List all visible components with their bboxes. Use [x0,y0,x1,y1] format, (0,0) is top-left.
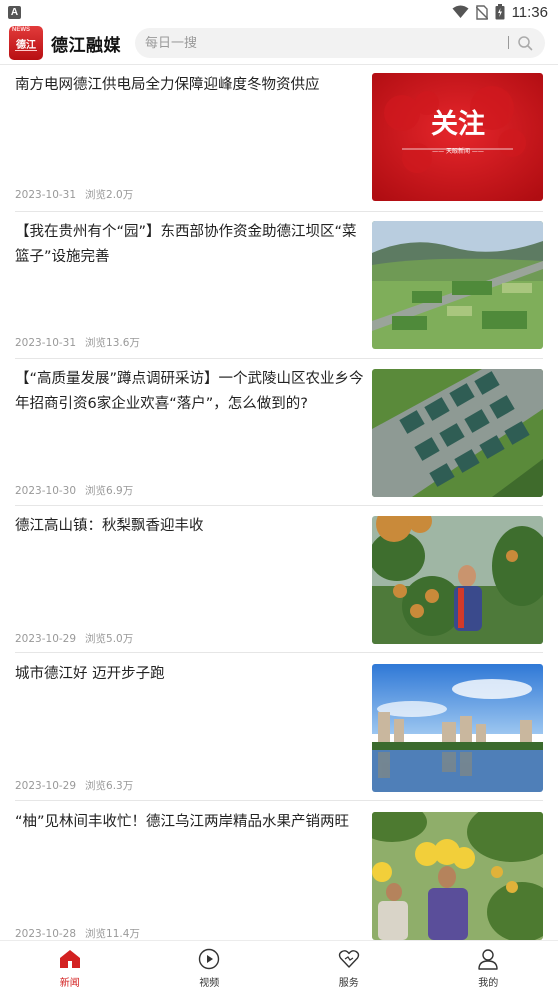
logo-news-label: NEWS [12,27,30,33]
home-icon [59,950,80,968]
farmland-image [372,221,543,349]
news-date: 2023-10-30 [15,485,77,497]
nav-label: 新闻 [59,978,80,989]
nav-item-video[interactable]: 视频 [140,941,280,993]
battery-icon [495,4,505,20]
news-title[interactable]: 城市德江好 迈开步子跑 [15,662,365,687]
news-divider [15,652,543,653]
news-meta: 2023-10-30 浏览6.9万 [15,483,133,498]
search-icon[interactable] [517,35,533,51]
news-meta: 2023-10-31 浏览13.6万 [15,335,140,350]
search-input[interactable] [145,35,485,51]
search-bar[interactable] [135,28,545,58]
nav-label: 视频 [199,978,220,989]
banner-subtitle: —— 天眼新闻 —— [432,147,484,155]
news-views: 浏览6.9万 [85,485,134,497]
news-item[interactable]: 【“高质量发展”蹲点调研采访】一个武陵山区农业乡今年招商引资6家企业欢喜“落户”… [0,359,558,506]
nav-item-me[interactable]: 我的 [419,941,558,993]
logo-text: 德江 [16,40,36,51]
news-meta: 2023-10-31 浏览2.0万 [15,187,133,202]
focus-banner-image: 关注 —— 天眼新闻 —— [372,73,543,201]
news-thumbnail[interactable] [372,516,543,644]
nav-label: 我的 [478,978,499,989]
play-icon [199,948,220,970]
news-views: 浏览5.0万 [85,633,134,645]
news-views: 浏览2.0万 [85,189,134,201]
wifi-icon [452,5,469,18]
nav-label: 服务 [338,978,359,989]
news-date: 2023-10-29 [15,780,77,792]
fish-ponds-image [372,369,543,497]
news-meta: 2023-10-28 浏览11.4万 [15,926,140,940]
news-date: 2023-10-29 [15,633,77,645]
no-sim-icon [475,4,488,20]
news-item[interactable]: 德江高山镇：秋梨飘香迎丰收 2023-10-29 浏览5.0万 [0,506,558,653]
news-date: 2023-10-28 [15,928,77,940]
nav-item-services[interactable]: 服务 [279,941,419,993]
news-item[interactable]: 【我在贵州有个“园”】东西部协作资金助德江坝区“菜篮子”设施完善 2023-10… [0,212,558,359]
user-icon [478,949,498,970]
news-thumbnail[interactable] [372,812,543,940]
heart-icon [338,950,359,968]
news-item[interactable]: 南方电网德江供电局全力保障迎峰度冬物资供应 2023-10-31 浏览2.0万 关… [0,65,558,212]
news-title[interactable]: 【“高质量发展”蹲点调研采访】一个武陵山区农业乡今年招商引资6家企业欢喜“落户”… [15,367,365,417]
news-date: 2023-10-31 [15,337,77,349]
news-title[interactable]: 【我在贵州有个“园”】东西部协作资金助德江坝区“菜篮子”设施完善 [15,220,365,270]
news-meta: 2023-10-29 浏览5.0万 [15,631,133,646]
news-item[interactable]: “柚”见林间丰收忙！德江乌江两岸精品水果产销两旺 2023-10-28 浏览11.… [0,802,558,940]
banner-title: 关注 [431,108,485,140]
news-thumbnail[interactable] [372,664,543,792]
news-meta: 2023-10-29 浏览6.3万 [15,778,133,793]
nav-item-news[interactable]: 新闻 [0,941,140,993]
news-title[interactable]: 南方电网德江供电局全力保障迎峰度冬物资供应 [15,73,365,98]
news-title[interactable]: 德江高山镇：秋梨飘香迎丰收 [15,514,365,539]
news-title[interactable]: “柚”见林间丰收忙！德江乌江两岸精品水果产销两旺 [15,810,365,835]
city-skyline-image [372,664,543,792]
app-header: NEWS 德江 德江融媒 [0,24,558,62]
news-thumbnail[interactable] [372,369,543,497]
status-bar: A 11:36 [0,0,558,24]
notification-icon: A [8,5,21,19]
news-thumbnail[interactable]: 关注 —— 天眼新闻 —— [372,73,543,201]
news-item[interactable]: 城市德江好 迈开步子跑 2023-10-29 浏览6.3万 [0,654,558,801]
clock: 11:36 [511,3,548,21]
news-divider [15,800,543,801]
app-logo: NEWS 德江 [9,26,43,60]
news-views: 浏览6.3万 [85,780,134,792]
app-title: 德江融媒 [51,35,121,56]
pomelo-harvest-image [372,812,543,940]
search-separator [508,36,509,49]
bottom-nav: 新闻 视频 服务 我的 [0,940,558,993]
pear-harvest-image [372,516,543,644]
news-views: 浏览13.6万 [85,337,140,349]
news-thumbnail[interactable] [372,221,543,349]
news-views: 浏览11.4万 [85,928,140,940]
news-date: 2023-10-31 [15,189,77,201]
news-list[interactable]: 南方电网德江供电局全力保障迎峰度冬物资供应 2023-10-31 浏览2.0万 关… [0,65,558,940]
logo-divider [15,50,37,51]
